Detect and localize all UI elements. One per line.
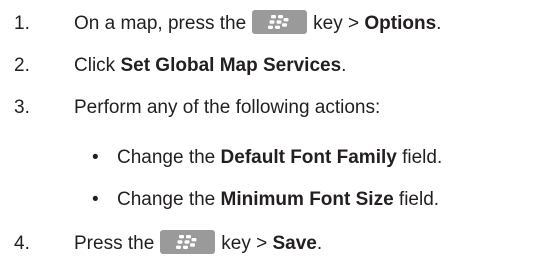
menu-option-label: Options xyxy=(364,13,437,34)
step-number: 3. xyxy=(14,97,30,118)
blackberry-menu-key-icon xyxy=(160,230,216,254)
bullet: • xyxy=(92,147,99,168)
step-text-end: . xyxy=(341,55,347,76)
blackberry-logo-icon xyxy=(176,235,197,249)
bullet: • xyxy=(92,189,99,210)
action-text: Change the Minimum Font Size field. xyxy=(117,182,439,218)
blackberry-menu-key-icon xyxy=(252,10,308,34)
action-text-after: field. xyxy=(398,189,440,210)
action-text-after: field. xyxy=(402,147,443,168)
step-text-before: Press the xyxy=(74,233,155,254)
step-number: 4. xyxy=(14,233,30,254)
action-text-before: Change the xyxy=(117,189,216,210)
step-text-after-key: key > xyxy=(221,233,268,254)
step-4: 4. Press the key > Save. xyxy=(0,226,559,262)
step-text-end: . xyxy=(436,13,442,34)
instruction-steps: 1. On a map, press the key > Options. 2. … xyxy=(0,0,559,271)
menu-option-label: Set Global Map Services xyxy=(120,55,342,76)
step-2: 2. Click Set Global Map Services. xyxy=(0,48,559,84)
step-text: On a map, press the key > Options. xyxy=(74,6,441,42)
step-1: 1. On a map, press the key > Options. xyxy=(0,6,559,42)
step-text-before: On a map, press the xyxy=(74,13,247,34)
step-number: 2. xyxy=(14,55,30,76)
step-3: 3. Perform any of the following actions: xyxy=(0,90,559,126)
action-item-1: • Change the Default Font Family field. xyxy=(0,140,559,176)
field-name: Minimum Font Size xyxy=(220,189,394,210)
menu-option-label: Save xyxy=(272,233,317,254)
step-text-after-key: key > xyxy=(313,13,360,34)
blackberry-logo-icon xyxy=(268,15,289,29)
step-text: Press the key > Save. xyxy=(74,226,322,262)
action-text: Change the Default Font Family field. xyxy=(117,140,442,176)
action-item-2: • Change the Minimum Font Size field. xyxy=(0,182,559,218)
step-number: 1. xyxy=(14,13,30,34)
step-text: Perform any of the following actions: xyxy=(74,97,381,118)
step-text-before: Click xyxy=(74,55,116,76)
action-text-before: Change the xyxy=(117,147,216,168)
step-text: Click Set Global Map Services. xyxy=(74,48,346,84)
step-text-end: . xyxy=(316,233,323,254)
field-name: Default Font Family xyxy=(220,147,397,168)
